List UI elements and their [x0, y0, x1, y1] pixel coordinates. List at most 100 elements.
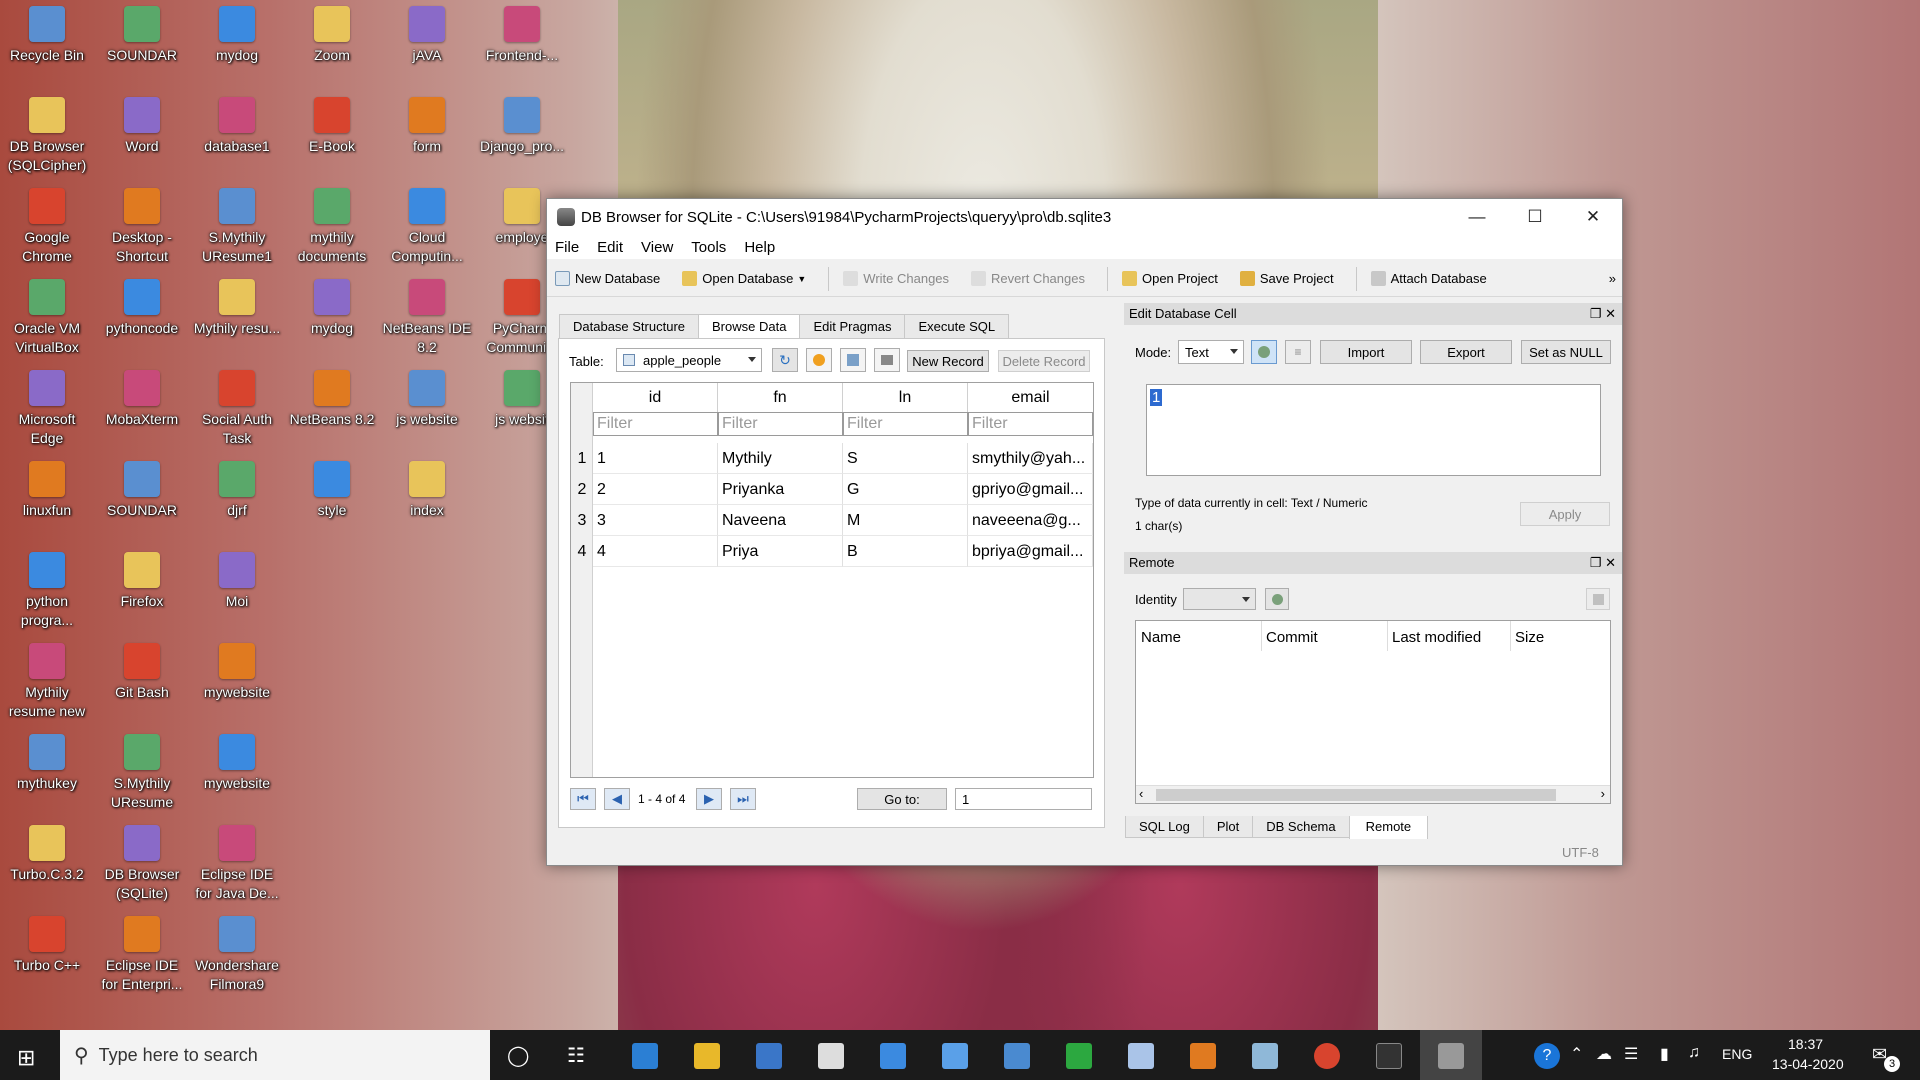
table-cell-fn[interactable]: Priya	[718, 536, 843, 567]
desktop-icon[interactable]: Zoom	[287, 6, 377, 65]
table-cell-id[interactable]: 2	[593, 474, 718, 505]
desktop-icon[interactable]: Git Bash	[97, 643, 187, 702]
desktop-icon[interactable]: form	[382, 97, 472, 156]
desktop-icon[interactable]: Turbo C++	[2, 916, 92, 975]
next-page-button[interactable]: ▶	[696, 788, 722, 810]
menu-edit[interactable]: Edit	[597, 239, 623, 256]
desktop-icon[interactable]: Google Chrome	[2, 188, 92, 266]
go-to-button[interactable]: Go to:	[857, 788, 947, 810]
task-view-icon[interactable]: ☷	[567, 1043, 585, 1068]
desktop-icon[interactable]: Cloud Computin...	[382, 188, 472, 266]
title-bar[interactable]: DB Browser for SQLite - C:\Users\91984\P…	[547, 199, 1622, 235]
revert-changes-button[interactable]: Revert Changes	[971, 271, 1085, 286]
desktop-icon[interactable]: mydog	[192, 6, 282, 65]
word-wrap-button[interactable]: ≡	[1285, 340, 1311, 364]
minimize-button[interactable]: —	[1448, 199, 1506, 235]
desktop-icon[interactable]: index	[382, 461, 472, 520]
desktop-icon[interactable]: Oracle VM VirtualBox	[2, 279, 92, 357]
desktop-icon[interactable]: Mythily resu...	[192, 279, 282, 338]
column-header-email[interactable]: email	[968, 383, 1093, 413]
cortana-icon[interactable]: ◯	[507, 1043, 529, 1068]
desktop-icon[interactable]: DB Browser (SQLCipher)	[2, 97, 92, 175]
scroll-right-icon[interactable]: ›	[1601, 786, 1605, 801]
remote-column-commit[interactable]: Commit	[1266, 629, 1318, 646]
previous-page-button[interactable]: ◀	[604, 788, 630, 810]
desktop-icon[interactable]: SOUNDAR	[97, 6, 187, 65]
menu-view[interactable]: View	[641, 239, 673, 256]
desktop-icon[interactable]: mywebsite	[192, 643, 282, 702]
table-cell-id[interactable]: 1	[593, 443, 718, 474]
import-button[interactable]: Import	[1320, 340, 1412, 364]
desktop-icon[interactable]: Wondershare Filmora9	[192, 916, 282, 994]
desktop-icon[interactable]: NetBeans IDE 8.2	[382, 279, 472, 357]
open-project-button[interactable]: Open Project	[1121, 271, 1218, 286]
table-cell-email[interactable]: smythily@yah...	[968, 443, 1093, 474]
sublime-taskbar-icon[interactable]	[1190, 1043, 1216, 1069]
tab-browse-data[interactable]: Browse Data	[698, 314, 801, 339]
horizontal-scrollbar[interactable]: ‹ ›	[1136, 785, 1610, 803]
dropbox-taskbar-icon[interactable]	[942, 1043, 968, 1069]
desktop-icon[interactable]: linuxfun	[2, 461, 92, 520]
menu-help[interactable]: Help	[744, 239, 775, 256]
windows-start-icon[interactable]: ⊞	[17, 1045, 35, 1071]
write-changes-button[interactable]: Write Changes	[843, 271, 949, 286]
table-select[interactable]: apple_people	[616, 348, 762, 372]
auto-switch-mode-button[interactable]	[1251, 340, 1277, 364]
mail-taskbar-icon[interactable]	[880, 1043, 906, 1069]
column-header-id[interactable]: id	[593, 383, 718, 413]
tab-plot[interactable]: Plot	[1202, 816, 1254, 838]
dock-float-close-icon[interactable]: ❐ ✕	[1590, 303, 1616, 325]
network-icon[interactable]: ☰	[1624, 1044, 1638, 1064]
table-cell-id[interactable]: 4	[593, 536, 718, 567]
tab-database-structure[interactable]: Database Structure	[559, 314, 700, 338]
desktop-icon[interactable]: Recycle Bin	[2, 6, 92, 65]
volume-icon[interactable]: ♫	[1688, 1044, 1700, 1062]
set-as-null-button[interactable]: Set as NULL	[1521, 340, 1611, 364]
desktop-icon[interactable]: Moi	[192, 552, 282, 611]
app-taskbar-icon[interactable]	[818, 1043, 844, 1069]
table-cell-fn[interactable]: Mythily	[718, 443, 843, 474]
maximize-button[interactable]: ☐	[1506, 199, 1564, 235]
filter-input-fn[interactable]: Filter	[718, 412, 843, 436]
print-button[interactable]	[874, 348, 900, 372]
desktop-icon[interactable]: mywebsite	[192, 734, 282, 793]
desktop-icon[interactable]: S.Mythily UResume1	[192, 188, 282, 266]
desktop-icon[interactable]: jAVA	[382, 6, 472, 65]
desktop-icon[interactable]: Firefox	[97, 552, 187, 611]
table-cell-ln[interactable]: G	[843, 474, 968, 505]
desktop-icon[interactable]: mydog	[287, 279, 377, 338]
desktop-icon[interactable]: Desktop - Shortcut	[97, 188, 187, 266]
chrome-taskbar-icon[interactable]	[1314, 1043, 1340, 1069]
language-indicator[interactable]: ENG	[1722, 1046, 1752, 1062]
desktop-icon[interactable]: Django_pro...	[477, 97, 567, 156]
mode-select[interactable]: Text	[1178, 340, 1244, 364]
tab-execute-sql[interactable]: Execute SQL	[904, 314, 1010, 338]
onedrive-icon[interactable]: ☁	[1596, 1044, 1612, 1064]
app-taskbar-icon[interactable]	[1128, 1043, 1154, 1069]
desktop-icon[interactable]: Social Auth Task	[192, 370, 282, 448]
desktop-icon[interactable]: djrf	[192, 461, 282, 520]
table-cell-id[interactable]: 3	[593, 505, 718, 536]
battery-icon[interactable]: ▮	[1660, 1044, 1669, 1064]
new-database-button[interactable]: New Database	[555, 271, 660, 286]
clock-date[interactable]: 13-04-2020	[1772, 1056, 1844, 1072]
column-header-fn[interactable]: fn	[718, 383, 843, 413]
identity-settings-button[interactable]	[1265, 588, 1289, 610]
open-database-button[interactable]: Open Database ▼	[682, 271, 806, 286]
desktop-icon[interactable]: S.Mythily UResume	[97, 734, 187, 812]
row-number[interactable]: 1	[571, 443, 593, 474]
new-record-button[interactable]: New Record	[907, 350, 989, 372]
table-cell-ln[interactable]: S	[843, 443, 968, 474]
desktop-icon[interactable]: mythukey	[2, 734, 92, 793]
dock-float-close-icon[interactable]: ❐ ✕	[1590, 552, 1616, 574]
table-cell-fn[interactable]: Priyanka	[718, 474, 843, 505]
dropdown-arrow-icon[interactable]: ▼	[797, 274, 806, 284]
table-cell-fn[interactable]: Naveena	[718, 505, 843, 536]
desktop-icon[interactable]: js website	[382, 370, 472, 429]
help-icon[interactable]: ?	[1534, 1043, 1560, 1069]
last-page-button[interactable]: ⏭	[730, 788, 756, 810]
store-taskbar-icon[interactable]	[756, 1043, 782, 1069]
desktop-icon[interactable]: DB Browser (SQLite)	[97, 825, 187, 903]
row-number[interactable]: 4	[571, 536, 593, 567]
filter-input-id[interactable]: Filter	[593, 412, 718, 436]
